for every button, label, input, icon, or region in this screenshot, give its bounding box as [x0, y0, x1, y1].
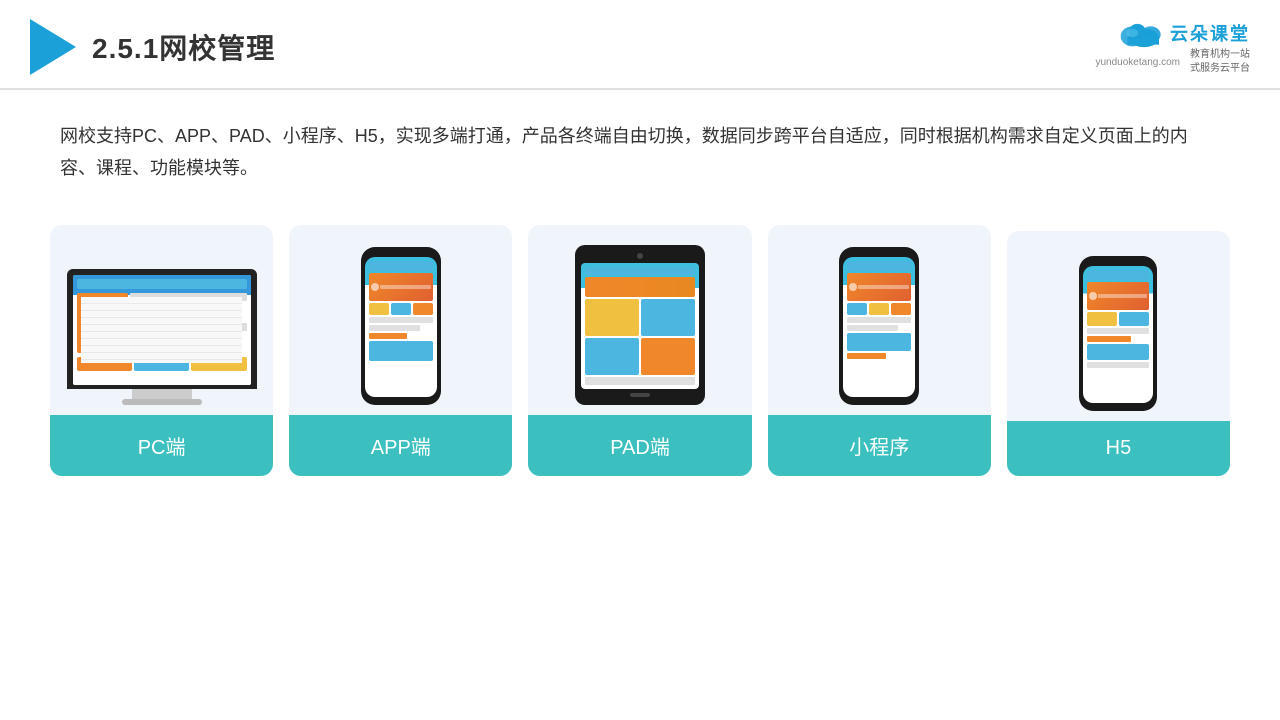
- tablet-home-button: [630, 393, 650, 397]
- phone-screen-inner: [365, 257, 437, 397]
- pc-monitor: [67, 269, 257, 405]
- miniprogram-card: 小程序: [768, 225, 991, 476]
- h5-image-area: [1023, 251, 1214, 421]
- header-left: 2.5.1网校管理: [30, 19, 275, 75]
- pad-image-area: [544, 245, 735, 415]
- phone-notch: [386, 247, 416, 255]
- pad-tablet: [575, 245, 705, 405]
- brand-name: 云朵课堂: [1170, 20, 1250, 46]
- logo-triangle-icon: [30, 19, 76, 75]
- miniprogram-card-label: 小程序: [768, 415, 991, 476]
- monitor-screen-content: [73, 275, 251, 385]
- phone-frame: [361, 247, 441, 405]
- miniprogram-phone-frame: [839, 247, 919, 405]
- header: 2.5.1网校管理 云朵课堂 yunduoketang.com 教育机构一站式服…: [0, 0, 1280, 90]
- phone-screen-overlay: [365, 257, 437, 397]
- brand-url: yunduoketang.com: [1095, 57, 1180, 68]
- h5-screen-inner: [1083, 266, 1153, 403]
- app-phone: [361, 247, 441, 405]
- h5-phone-screen: [1083, 266, 1153, 403]
- brand-tagline: 教育机构一站式服务云平台: [1190, 48, 1250, 76]
- phone-screen: [365, 257, 437, 397]
- cloud-logo-icon: [1114, 18, 1164, 48]
- tablet-camera: [637, 253, 643, 259]
- monitor-screen: [73, 275, 251, 385]
- header-right: 云朵课堂 yunduoketang.com 教育机构一站式服务云平台: [1095, 18, 1250, 76]
- monitor-stand: [132, 389, 192, 399]
- miniprogram-image-area: [784, 245, 975, 415]
- pc-image-area: [66, 245, 257, 415]
- miniprogram-phone: [839, 247, 919, 405]
- monitor-base: [122, 399, 202, 405]
- h5-screen-overlay: [1083, 266, 1153, 403]
- h5-phone-notch: [1103, 256, 1133, 264]
- page-title: 2.5.1网校管理: [92, 27, 275, 67]
- app-card-label: APP端: [289, 415, 512, 476]
- pad-card-label: PAD端: [528, 415, 751, 476]
- brand-logo-top: 云朵课堂: [1114, 18, 1250, 48]
- miniprogram-screen-overlay: [843, 257, 915, 397]
- tablet-screen-inner: [581, 263, 699, 389]
- miniprogram-phone-notch: [864, 247, 894, 255]
- app-image-area: [305, 245, 496, 415]
- tablet-screen-overlay: [581, 263, 699, 389]
- tablet-frame: [575, 245, 705, 405]
- pc-card-label: PC端: [50, 415, 273, 476]
- brand-logo: 云朵课堂 yunduoketang.com 教育机构一站式服务云平台: [1095, 18, 1250, 76]
- miniprogram-screen-inner: [843, 257, 915, 397]
- h5-phone-frame: [1079, 256, 1157, 411]
- miniprogram-phone-screen: [843, 257, 915, 397]
- screen-bar: [77, 279, 247, 289]
- h5-card-label: H5: [1007, 421, 1230, 476]
- screen-overlay: [73, 275, 251, 385]
- app-card: APP端: [289, 225, 512, 476]
- tablet-screen: [581, 263, 699, 389]
- monitor-screen-wrapper: [67, 269, 257, 389]
- description-text: 网校支持PC、APP、PAD、小程序、H5，实现多端打通，产品各终端自由切换，数…: [0, 90, 1280, 195]
- h5-phone: [1079, 256, 1157, 411]
- h5-card: H5: [1007, 231, 1230, 476]
- cards-container: PC端: [0, 195, 1280, 496]
- pc-card: PC端: [50, 225, 273, 476]
- pad-card: PAD端: [528, 225, 751, 476]
